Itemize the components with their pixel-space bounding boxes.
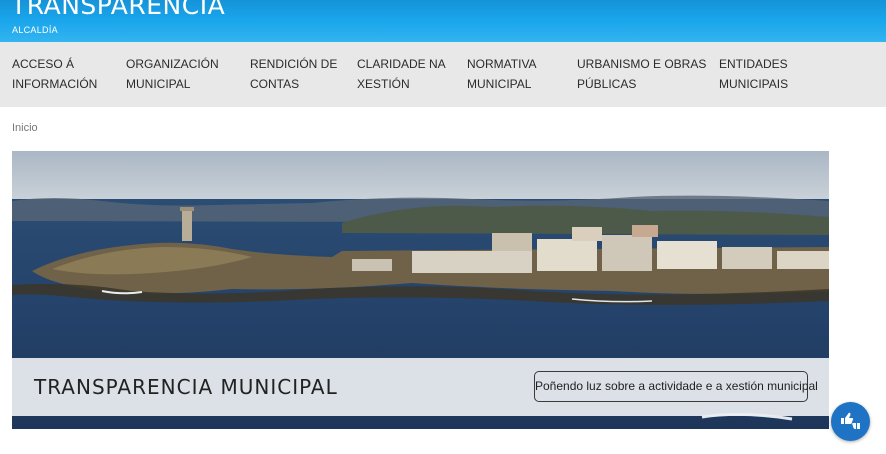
nav-item-label: INFORMACIÓN <box>12 76 98 91</box>
nav-item-label: URBANISMO E OBRAS <box>577 57 707 71</box>
nav-item-organizacion-municipal[interactable]: ORGANIZACIÓN MUNICIPAL <box>126 55 219 94</box>
nav-item-entidades-municipais[interactable]: ENTIDADES MUNICIPAIS <box>719 55 788 94</box>
nav-item-label: MUNICIPAIS <box>719 76 789 91</box>
nav-item-label: MUNICIPAL <box>126 76 191 91</box>
site-header: TRANSPARENCIA ALCALDÍA <box>0 0 886 42</box>
nav-item-label: CLARIDADE NA <box>357 57 446 71</box>
nav-item-label: ORGANIZACIÓN <box>126 57 219 71</box>
hero-caption-panel: TRANSPARENCIA MUNICIPAL Poñendo luz sobr… <box>12 358 829 416</box>
nav-item-acceso-informacion[interactable]: ACCESO Á INFORMACIÓN <box>12 55 97 94</box>
breadcrumb-home-link[interactable]: Inicio <box>12 122 38 134</box>
thumbs-feedback-icon <box>841 412 860 429</box>
nav-item-label: MUNICIPAL <box>467 76 532 91</box>
nav-item-claridade-xestion[interactable]: CLARIDADE NA XESTIÓN <box>357 55 446 94</box>
nav-item-normativa-municipal[interactable]: NORMATIVA MUNICIPAL <box>467 55 537 94</box>
nav-item-rendicion-contas[interactable]: RENDICIÓN DE CONTAS <box>250 55 337 94</box>
nav-item-urbanismo-obras[interactable]: URBANISMO E OBRAS PÚBLICAS <box>577 55 706 94</box>
breadcrumb: Inicio <box>12 122 38 134</box>
nav-item-label: NORMATIVA <box>467 57 537 71</box>
nav-item-label: XESTIÓN <box>357 76 410 91</box>
hero-title: TRANSPARENCIA MUNICIPAL <box>34 375 338 399</box>
nav-item-label: ACCESO Á <box>12 57 75 71</box>
site-title[interactable]: TRANSPARENCIA <box>11 0 225 20</box>
nav-item-label: ENTIDADES <box>719 57 788 71</box>
nav-item-label: RENDICIÓN DE <box>250 57 338 71</box>
nav-item-label: PÚBLICAS <box>577 76 637 91</box>
hero-banner: TRANSPARENCIA MUNICIPAL Poñendo luz sobr… <box>12 151 829 429</box>
main-nav: ACCESO Á INFORMACIÓN ORGANIZACIÓN MUNICI… <box>0 42 886 107</box>
site-subtitle[interactable]: ALCALDÍA <box>12 25 58 35</box>
feedback-button[interactable] <box>831 402 870 441</box>
hero-tagline-button[interactable]: Poñendo luz sobre a actividade e a xesti… <box>534 371 818 402</box>
nav-item-label: CONTAS <box>250 76 300 91</box>
